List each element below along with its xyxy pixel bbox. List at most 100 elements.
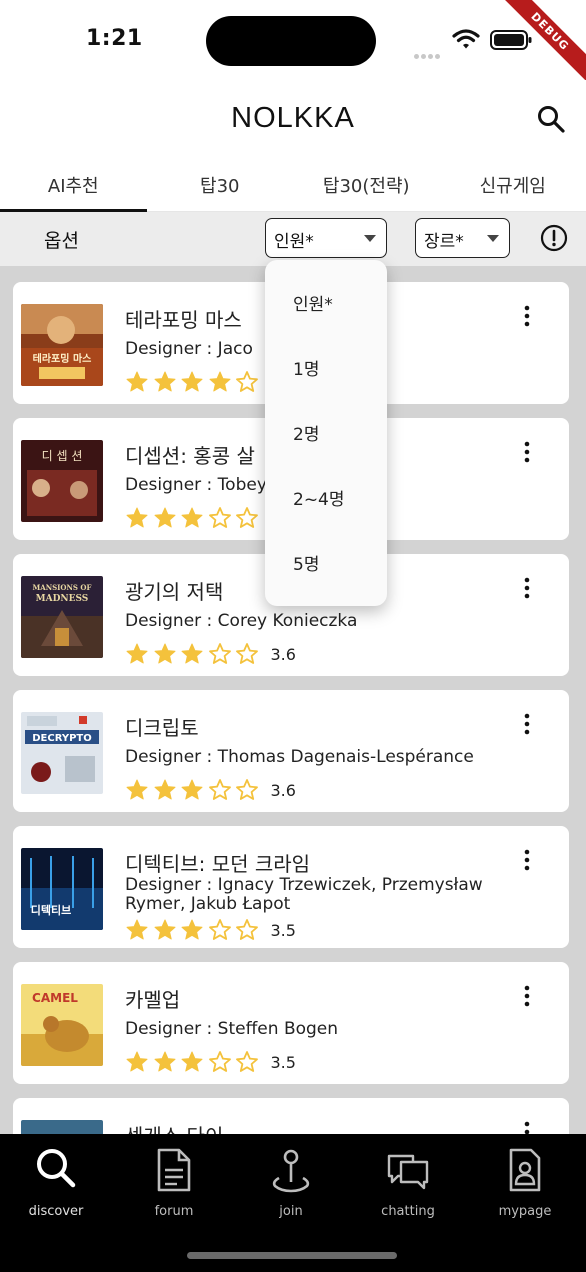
document-icon xyxy=(157,1148,191,1192)
game-thumbnail: DECRYPTO xyxy=(21,712,103,794)
star-filled-icon xyxy=(126,919,148,940)
people-select-value: 인원* xyxy=(274,232,314,252)
tab-new-games[interactable]: 신규게임 xyxy=(440,160,586,211)
search-icon xyxy=(37,1149,76,1188)
dropdown-option[interactable]: 1명 xyxy=(265,325,387,390)
game-card[interactable]: DECRYPTO 디크립토 Designer : Thomas Dagenais… xyxy=(13,690,569,812)
more-options-icon[interactable] xyxy=(521,304,533,328)
nav-label: mypage xyxy=(498,1204,552,1219)
star-filled-icon xyxy=(154,371,175,392)
more-options-icon[interactable] xyxy=(521,1120,533,1134)
people-dropdown-menu: 인원* 1명 2명 2~4명 5명 xyxy=(265,260,387,606)
signal-icon xyxy=(414,44,444,59)
dropdown-option[interactable]: 인원* xyxy=(265,260,387,325)
game-title: 디크립토 xyxy=(125,716,199,740)
star-filled-icon xyxy=(181,507,203,528)
nav-forum[interactable]: forum xyxy=(124,1146,224,1219)
options-bar: 옵션 인원* 장르* xyxy=(0,212,586,266)
info-icon[interactable] xyxy=(540,224,568,252)
star-empty-icon xyxy=(236,371,258,392)
star-empty-icon xyxy=(208,1051,231,1072)
rating-value: 3.5 xyxy=(270,920,296,940)
game-card[interactable]: 디텍티브 디텍티브: 모던 크라임 Designer : Ignacy Trze… xyxy=(13,826,569,948)
star-filled-icon xyxy=(154,1051,175,1072)
svg-text:테라포밍 마스: 테라포밍 마스 xyxy=(33,352,92,365)
dropdown-arrow-icon xyxy=(487,235,499,242)
game-thumbnail xyxy=(21,1120,103,1134)
game-title: 센게스 다이 xyxy=(125,1120,223,1134)
game-thumbnail: 테라포밍 마스 xyxy=(21,304,103,386)
rating: 3.6 xyxy=(125,642,296,666)
game-card[interactable]: 센게스 다이 xyxy=(13,1098,569,1134)
game-card[interactable]: CAMEL 카멜업 Designer : Steffen Bogen 3.5 xyxy=(13,962,569,1084)
game-title: 광기의 저택 xyxy=(125,580,224,604)
people-select[interactable]: 인원* xyxy=(265,218,387,258)
rating xyxy=(125,506,263,530)
dropdown-option[interactable]: 2~4명 xyxy=(265,455,387,520)
rating: 3.5 xyxy=(125,1050,296,1074)
map-pin-icon xyxy=(272,1149,310,1193)
dropdown-option[interactable]: 2명 xyxy=(265,390,387,455)
more-options-icon[interactable] xyxy=(521,848,533,872)
home-indicator[interactable] xyxy=(187,1252,397,1259)
star-filled-icon xyxy=(209,371,230,392)
star-empty-icon xyxy=(236,643,258,664)
rating-value: 3.5 xyxy=(270,1052,296,1072)
game-title: 카멜업 xyxy=(125,988,181,1012)
game-title: 테라포밍 마스 xyxy=(125,308,242,332)
nav-join[interactable]: join xyxy=(241,1146,341,1219)
svg-text:디텍티브: 디텍티브 xyxy=(31,903,71,917)
svg-text:MADNESS: MADNESS xyxy=(36,594,89,604)
nav-discover[interactable]: discover xyxy=(6,1146,106,1219)
star-filled-icon xyxy=(126,371,148,392)
search-icon[interactable] xyxy=(536,104,566,134)
status-bar: 1:21 DEBUG xyxy=(0,0,586,88)
genre-select-value: 장르* xyxy=(424,232,464,252)
game-designer: Designer : Corey Konieczka xyxy=(125,611,358,631)
star-empty-icon xyxy=(208,779,231,800)
nav-label: chatting xyxy=(381,1204,435,1219)
game-designer: Designer : Steffen Bogen xyxy=(125,1019,339,1039)
star-filled-icon xyxy=(126,1051,148,1072)
nav-label: forum xyxy=(154,1204,194,1219)
game-thumbnail: MANSIONS OF MADNESS xyxy=(21,576,103,658)
star-filled-icon xyxy=(126,507,148,528)
game-title: 디텍티브: 모던 크라임 xyxy=(125,852,311,876)
dropdown-option[interactable]: 5명 xyxy=(265,520,387,585)
star-filled-icon xyxy=(154,779,175,800)
debug-banner: DEBUG xyxy=(496,0,586,90)
game-thumbnail: 디텍티브 xyxy=(21,848,103,930)
star-filled-icon xyxy=(126,779,148,800)
tab-bar: AI추천 탑30 탑30(전략) 신규게임 xyxy=(0,160,586,212)
more-options-icon[interactable] xyxy=(521,440,533,464)
wifi-icon xyxy=(452,29,480,49)
tab-ai-recommend[interactable]: AI추천 xyxy=(0,160,147,212)
nav-label: join xyxy=(279,1204,303,1219)
star-filled-icon xyxy=(154,919,175,940)
rating-value: 3.6 xyxy=(270,644,296,664)
debug-label: DEBUG xyxy=(496,0,586,88)
game-designer: Designer : Thomas Dagenais-Lespérance xyxy=(125,747,474,767)
chat-bubbles-icon xyxy=(387,1154,429,1190)
dropdown-arrow-icon xyxy=(364,235,376,242)
nav-chatting[interactable]: chatting xyxy=(358,1146,458,1219)
profile-card-icon xyxy=(509,1148,541,1192)
star-empty-icon xyxy=(208,507,231,528)
star-filled-icon xyxy=(181,1051,203,1072)
star-filled-icon xyxy=(181,643,203,664)
tab-top30-strategy[interactable]: 탑30(전략) xyxy=(293,160,440,211)
more-options-icon[interactable] xyxy=(521,712,533,736)
star-empty-icon xyxy=(208,643,231,664)
page-title: NOLKKA xyxy=(231,102,355,134)
star-empty-icon xyxy=(208,919,231,940)
app-header: NOLKKA xyxy=(0,80,586,160)
tab-top30[interactable]: 탑30 xyxy=(147,160,294,211)
svg-text:디 셉 션: 디 셉 션 xyxy=(42,449,83,463)
game-designer: Designer : Ignacy Trzewiczek, Przemysław… xyxy=(125,875,483,914)
svg-text:MANSIONS OF: MANSIONS OF xyxy=(33,583,92,592)
more-options-icon[interactable] xyxy=(521,984,533,1008)
star-empty-icon xyxy=(236,919,258,940)
nav-mypage[interactable]: mypage xyxy=(475,1146,575,1219)
more-options-icon[interactable] xyxy=(521,576,533,600)
genre-select[interactable]: 장르* xyxy=(415,218,510,258)
